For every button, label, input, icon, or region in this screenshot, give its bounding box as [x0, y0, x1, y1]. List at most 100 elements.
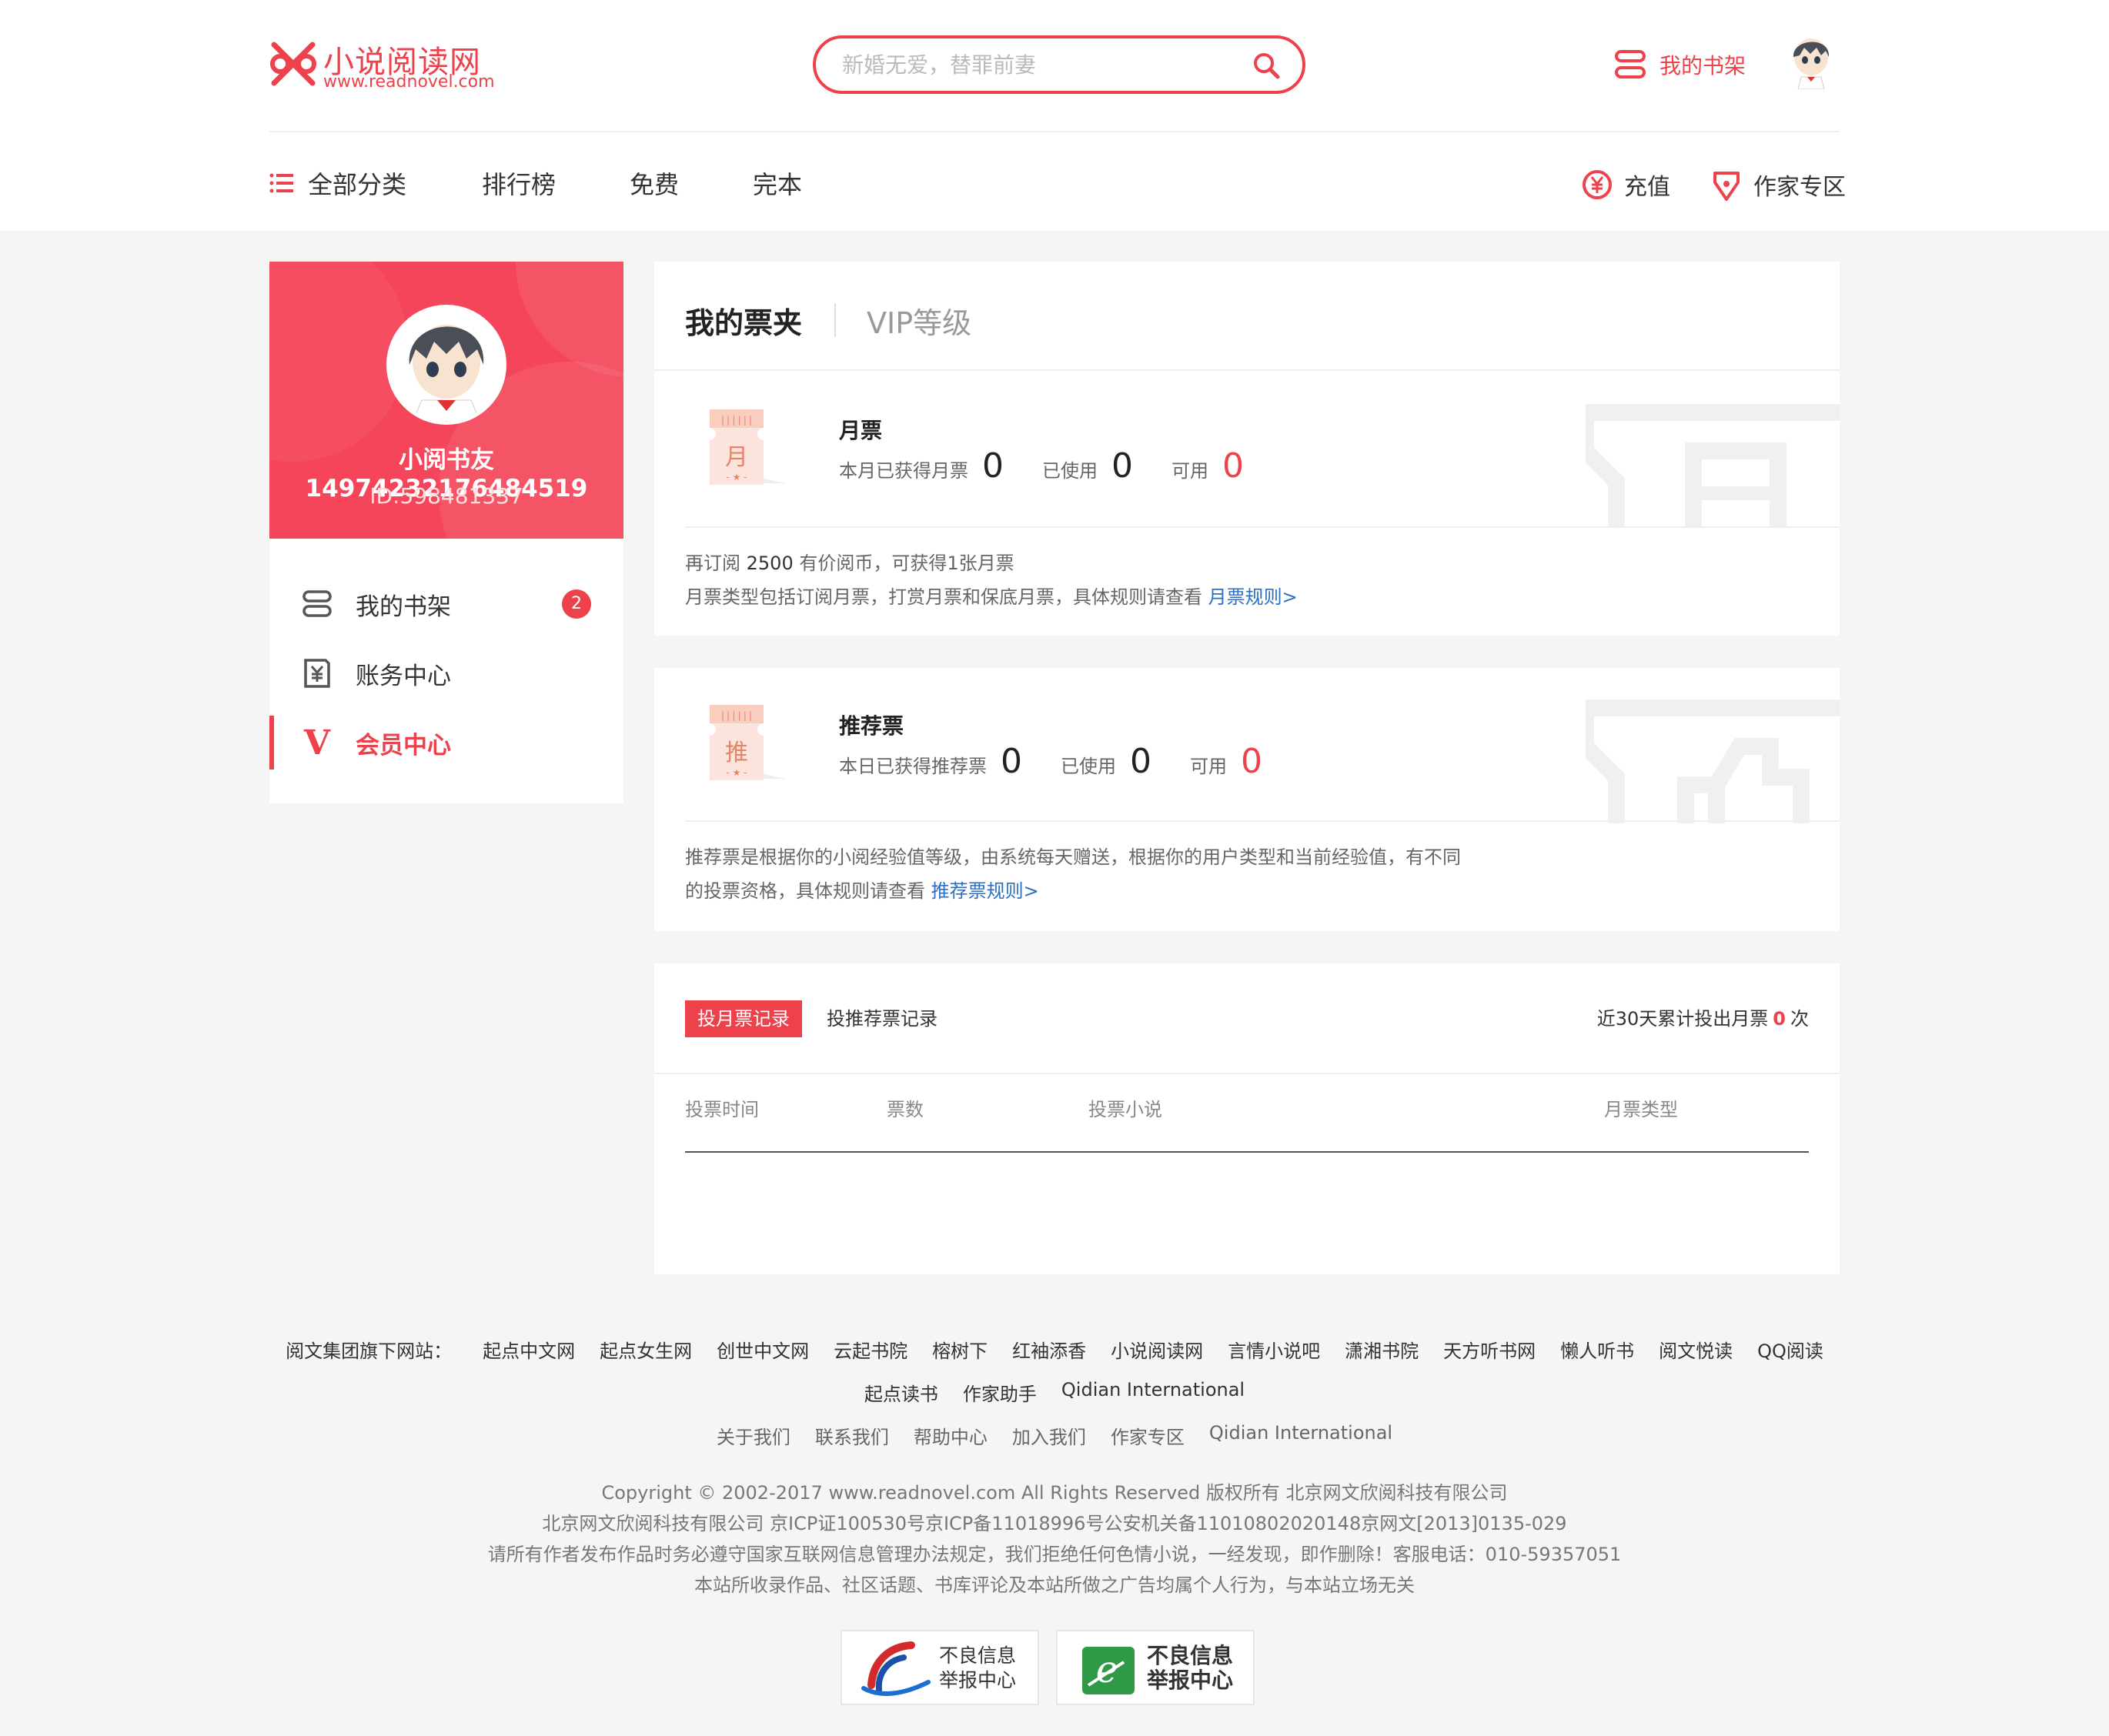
tab-my-tickets[interactable]: 我的票夹 — [685, 299, 802, 342]
footer-link[interactable]: 帮助中心 — [914, 1422, 988, 1449]
sidebar-item-label: 我的书架 — [356, 593, 451, 621]
footer-site-link[interactable]: QQ阅读 — [1757, 1336, 1823, 1363]
monthly-ticket-icon: |||||| 月 - ★ - — [710, 409, 787, 485]
footer-site-link[interactable]: 创世中文网 — [717, 1336, 809, 1363]
recommend-used-count: 0 — [1130, 742, 1151, 781]
user-avatar[interactable] — [386, 305, 506, 425]
recommend-used-label: 已使用 — [1061, 756, 1116, 777]
footer-disclaimer: 本站所收录作品、社区话题、书库评论及本站所做之广告均属个人行为，与本站立场无关 — [694, 1574, 1415, 1596]
sidebar-item-label: 账务中心 — [356, 662, 451, 690]
recommend-rule-link[interactable]: 推荐票规则> — [931, 880, 1039, 902]
recommend-ticket-title: 推荐票 — [839, 713, 904, 739]
ticket-wallet-card: 我的票夹 VIP等级 |||||| 月 - ★ - 月票 本月已获得月票 0 已… — [654, 262, 1840, 636]
footer-site-link[interactable]: 潇湘书院 — [1345, 1336, 1419, 1363]
monthly-earned-count: 0 — [982, 446, 1004, 486]
footer-link[interactable]: 关于我们 — [717, 1422, 790, 1449]
footer-link[interactable]: 作家专区 — [1111, 1422, 1185, 1449]
footer-site-link[interactable]: 起点读书 — [864, 1379, 938, 1406]
search-input[interactable] — [842, 49, 1242, 80]
footer-copyright: Copyright © 2002-2017 www.readnovel.com … — [601, 1482, 1508, 1504]
monthly-earned-label: 本月已获得月票 — [839, 460, 968, 482]
vote-records-card: 投月票记录 投推荐票记录 近30天累计投出月票 0 次 投票时间 票数 投票小说 月… — [654, 963, 1840, 1274]
monthly-watermark-icon — [1586, 404, 1840, 528]
search-icon[interactable] — [1252, 51, 1281, 80]
nav-ranking[interactable]: 排行榜 — [482, 162, 556, 205]
sidebar-item-membership[interactable]: V 会员中心 — [269, 716, 623, 770]
sidebar-item-bookshelf[interactable]: 我的书架 2 — [269, 577, 623, 631]
monthly-ticket-title: 月票 — [839, 418, 883, 443]
footer-link[interactable]: 加入我们 — [1012, 1422, 1086, 1449]
sidebar-item-account[interactable]: 账务中心 — [269, 646, 623, 700]
nav-completed[interactable]: 完本 — [753, 162, 802, 205]
pen-nib-icon — [1713, 172, 1740, 201]
report-center-badge-2[interactable]: e 不良信息 举报中心 — [1056, 1630, 1255, 1705]
vote-summary: 近30天累计投出月票 0 次 — [1596, 1008, 1809, 1030]
recommend-ticket-stats: 本日已获得推荐票 0 已使用 0 可用 0 — [839, 742, 1301, 781]
nav-author-zone[interactable]: 作家专区 — [1710, 165, 1846, 205]
tab-vip-level[interactable]: VIP等级 — [867, 299, 971, 342]
footer-link[interactable]: 联系我们 — [815, 1422, 889, 1449]
avatar-icon — [389, 308, 503, 422]
nav-author-zone-label: 作家专区 — [1753, 174, 1846, 201]
list-icon — [269, 173, 293, 193]
tab-recommend-vote-records[interactable]: 投推荐票记录 — [827, 1000, 938, 1037]
footer-site-link[interactable]: 云起书院 — [834, 1336, 907, 1363]
header-user-avatar[interactable] — [1784, 34, 1838, 90]
footer-site-link[interactable]: 小说阅读网 — [1111, 1336, 1203, 1363]
user-id: ID:598481337 — [369, 483, 523, 509]
bookshelf-icon — [1615, 50, 1646, 78]
col-novel: 投票小说 — [1088, 1099, 1162, 1120]
avatar-icon — [1793, 38, 1830, 90]
svg-text:||||||: |||||| — [720, 710, 753, 721]
header-divider — [269, 131, 1840, 132]
monthly-used-label: 已使用 — [1042, 460, 1098, 482]
footer-icp: 北京网文欣阅科技有限公司 京ICP证100530号京ICP备11018996号公… — [542, 1513, 1567, 1534]
profile-card: 小阅书友14974232176484519 ID:598481337 — [269, 262, 623, 539]
bill-icon — [300, 656, 334, 690]
footer-site-link[interactable]: 言情小说吧 — [1228, 1336, 1320, 1363]
logo-icon — [270, 42, 316, 86]
yen-coin-icon — [1583, 170, 1612, 199]
footer-links: 关于我们 联系我们 帮助中心 加入我们 作家专区 Qidian Internat… — [0, 1422, 2109, 1449]
footer-site-link[interactable]: 榕树下 — [932, 1336, 988, 1363]
footer-site-link[interactable]: 红袖添香 — [1012, 1336, 1086, 1363]
recommend-avail-count: 0 — [1241, 742, 1262, 781]
sidebar-item-label: 会员中心 — [356, 731, 451, 760]
monthly-rule-link[interactable]: 月票规则> — [1208, 586, 1298, 608]
col-ticket-count: 票数 — [887, 1099, 924, 1120]
nav-all-categories[interactable]: 全部分类 — [269, 162, 406, 205]
recommend-avail-label: 可用 — [1190, 756, 1227, 777]
footer-site-link[interactable]: 懒人听书 — [1560, 1336, 1634, 1363]
report-center-badge[interactable]: 不良信息 举报中心 — [841, 1630, 1039, 1705]
recommend-ticket-card: |||||| 推 - ★ - 推荐票 本日已获得推荐票 0 已使用 0 可用 0… — [654, 668, 1840, 931]
svg-text:- ★ -: - ★ - — [726, 472, 747, 482]
tab-monthly-vote-records[interactable]: 投月票记录 — [685, 1000, 802, 1037]
recommend-earned-count: 0 — [1001, 742, 1022, 781]
vip-v-icon: V — [303, 723, 331, 763]
footer-site-link[interactable]: Qidian International — [1061, 1379, 1245, 1406]
footer-notice: 请所有作者发布作品时务必遵守国家互联网信息管理办法规定，我们拒绝任何色情小说，一… — [487, 1544, 1622, 1565]
search-box — [813, 35, 1305, 94]
sidebar-menu: 我的书架 2 账务中心 V 会员中心 — [269, 539, 623, 803]
monthly-ticket-desc: 再订阅 2500 有价阅币，可获得1张月票 月票类型包括订阅月票，打赏月票和保底… — [685, 553, 1298, 608]
footer-site-link[interactable]: 阅文悦读 — [1659, 1336, 1733, 1363]
site-logo[interactable]: 小说阅读网 www.readnovel.com — [269, 37, 516, 92]
bookshelf-count-badge: 2 — [562, 589, 591, 619]
report-center-logo-icon — [861, 1641, 931, 1696]
footer-sites-label: 阅文集团旗下网站： — [286, 1340, 453, 1362]
recommend-ticket-desc: 推荐票是根据你的小阅经验值等级，由系统每天赠送，根据你的用户类型和当前经验值，有… — [685, 846, 1461, 902]
footer-site-link[interactable]: 天方听书网 — [1443, 1336, 1536, 1363]
footer-site-link[interactable]: 作家助手 — [963, 1379, 1037, 1406]
svg-text:推: 推 — [725, 739, 748, 766]
nav-recharge[interactable]: 充值 — [1581, 165, 1670, 205]
footer-link[interactable]: Qidian International — [1209, 1422, 1392, 1449]
active-indicator — [269, 716, 274, 770]
nav-free[interactable]: 免费 — [630, 162, 679, 205]
logo-url: www.readnovel.com — [323, 72, 495, 92]
header-bookshelf-link[interactable]: 我的书架 — [1613, 48, 1746, 82]
monthly-avail-label: 可用 — [1171, 460, 1208, 482]
footer-site-link[interactable]: 起点女生网 — [600, 1336, 692, 1363]
footer-sites: 阅文集团旗下网站： 起点中文网 起点女生网 创世中文网 云起书院 榕树下 红袖添… — [0, 1336, 2109, 1363]
vote-summary-count: 0 — [1773, 1008, 1786, 1030]
footer-site-link[interactable]: 起点中文网 — [483, 1336, 575, 1363]
